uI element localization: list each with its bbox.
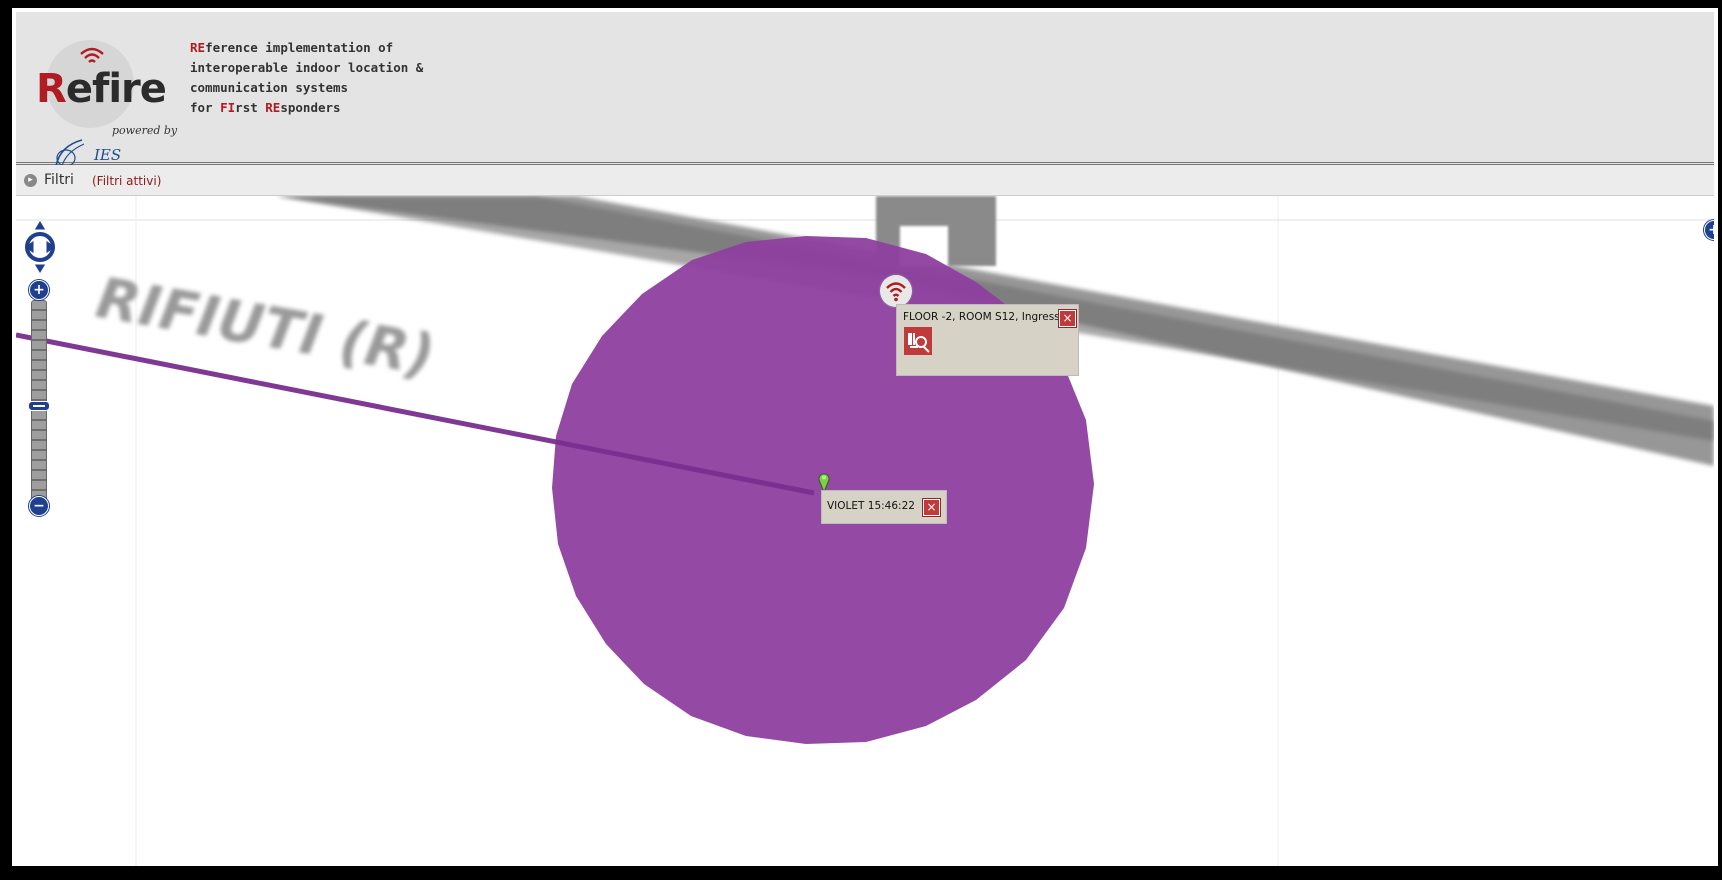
fire-hose-icon xyxy=(904,327,932,355)
access-point-marker[interactable] xyxy=(880,275,912,307)
filter-toggle-icon[interactable]: ▸ xyxy=(24,174,37,187)
position-popup: VIOLET 15:46:22 × xyxy=(821,490,947,524)
tagline-line: REference implementation of xyxy=(190,40,394,55)
filter-label[interactable]: Filtri xyxy=(44,172,74,188)
logo-wordmark: Refire xyxy=(36,66,167,112)
header: Refire powered by IES Solutions REferenc… xyxy=(16,12,1714,182)
floor-popup: FLOOR -2, ROOM S12, Ingresso × xyxy=(896,304,1079,376)
filter-active-status: (Filtri attivi) xyxy=(92,174,162,188)
position-popup-title: VIOLET 15:46:22 xyxy=(827,500,915,512)
pan-control-icon[interactable] xyxy=(22,218,58,276)
tagline-line: for FIrst REsponders xyxy=(190,100,341,115)
floor-popup-title: FLOOR -2, ROOM S12, Ingresso xyxy=(903,311,1067,323)
filter-bar: ▸ Filtri (Filtri attivi) xyxy=(16,165,1714,196)
wifi-icon xyxy=(80,47,104,63)
tagline-line: communication systems xyxy=(190,80,349,95)
tagline-line: interoperable indoor location & xyxy=(190,60,424,75)
close-icon[interactable]: × xyxy=(1059,310,1076,327)
wifi-icon xyxy=(886,282,906,302)
logo-powered-by: powered by xyxy=(112,124,178,137)
close-icon[interactable]: × xyxy=(923,499,940,516)
tagline: REference implementation of interoperabl… xyxy=(190,38,423,118)
overlay-layer xyxy=(16,236,1094,744)
zoom-out-button[interactable]: − xyxy=(29,496,49,516)
map-view[interactable]: RIFIUTI (R) FLOOR -2, ROOM S12, Ingresso… xyxy=(16,196,1714,866)
zoom-slider-handle[interactable] xyxy=(28,401,50,411)
app-window: Refire powered by IES Solutions REferenc… xyxy=(12,8,1718,866)
zoom-in-button[interactable]: + xyxy=(29,280,49,300)
refire-logo: Refire powered by IES Solutions xyxy=(24,36,194,182)
